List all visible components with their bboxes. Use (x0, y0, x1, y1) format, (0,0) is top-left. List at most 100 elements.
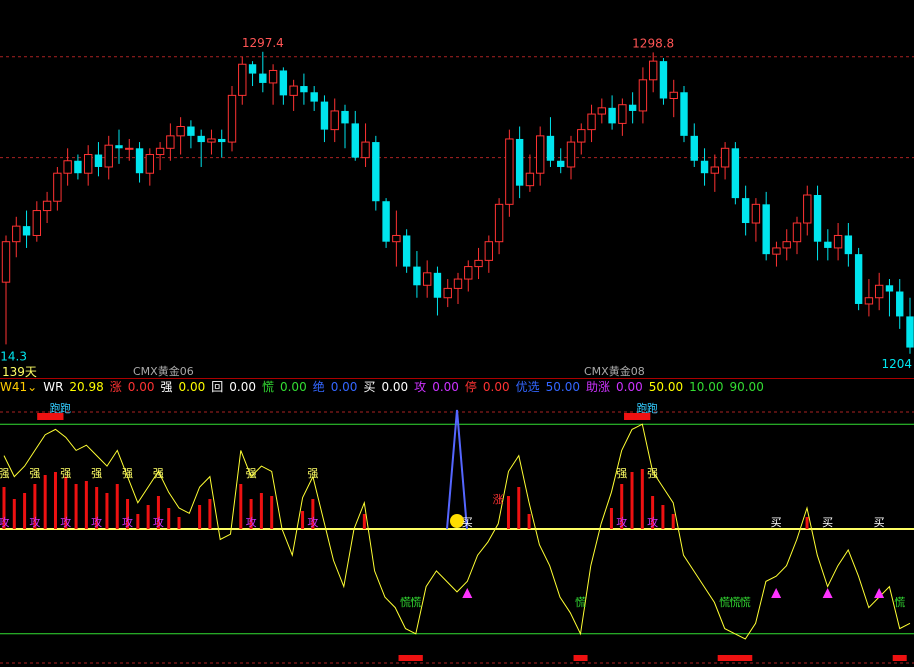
huang-label-2: 慌 (575, 596, 586, 609)
candle-body-78 (803, 194, 812, 224)
candle-body-43 (443, 287, 452, 299)
legend-name-6: 买 (363, 380, 376, 394)
legend-name-3: 回 (211, 380, 224, 394)
huang-label-6: 慌 (894, 596, 905, 609)
candle-body-18 (187, 126, 195, 136)
signal-bar-5 (53, 472, 57, 529)
legend-name-1: 涨 (109, 380, 122, 394)
candle-body-82 (844, 235, 853, 255)
candle-body-61 (628, 104, 637, 111)
signal-bar-50 (517, 487, 521, 529)
legend-name-10: 助涨 (586, 380, 611, 394)
legend-value-8: 0.00 (482, 380, 510, 394)
candle-body-0 (1, 241, 11, 283)
gong-label-7: 攻 (246, 515, 257, 529)
low-marker-6 (892, 655, 907, 661)
candle-body-48 (494, 203, 504, 243)
gong-label-10: 攻 (647, 515, 658, 529)
candle-body-47 (484, 241, 494, 261)
candle-body-30 (310, 92, 318, 102)
legend-value-10: 0.00 (616, 380, 643, 394)
candle-body-67 (690, 135, 698, 161)
legend-value-0: 20.98 (69, 380, 104, 394)
contract-label-2: CMX黄金08 (584, 365, 645, 378)
high-label-1: 1297.4 (242, 36, 284, 50)
candle-body-66 (680, 92, 688, 136)
qiang-label-9: 强 (647, 467, 658, 480)
candle-body-80 (824, 241, 832, 248)
legend-value-3: 0.00 (229, 380, 256, 394)
signal-bar-26 (270, 496, 274, 529)
candle-body-21 (218, 138, 226, 143)
qiang-label-2: 强 (60, 467, 71, 480)
candle-body-52 (535, 135, 545, 174)
candle-body-6 (63, 160, 72, 174)
candle-body-63 (648, 60, 658, 81)
candle-body-14 (145, 154, 155, 174)
high-label-2: 1298.8 (632, 36, 674, 50)
period-label: 139天 (2, 365, 37, 379)
candle-body-49 (505, 138, 514, 205)
signal-bar-13 (136, 514, 140, 529)
signal-bar-20 (208, 499, 212, 529)
signal-bar-64 (661, 505, 665, 529)
candle-body-3 (32, 210, 42, 236)
low-marker-1 (408, 655, 423, 661)
indicator-selector[interactable]: W41⌄ (0, 380, 37, 394)
contract-label-1: CMX黄金06 (133, 365, 194, 378)
candle-body-23 (238, 63, 247, 96)
gong-label-9: 攻 (616, 515, 627, 529)
candle-body-15 (155, 147, 165, 156)
candle-body-73 (751, 203, 761, 224)
qiang-label-7: 强 (307, 467, 318, 480)
low-label-2: 1204 (881, 357, 912, 371)
signal-bar-17 (177, 517, 181, 529)
gong-label-3: 攻 (60, 515, 71, 529)
candle-body-88 (906, 316, 914, 348)
candle-body-70 (720, 147, 730, 168)
indicator-legend-bar: W41⌄ WR 20.98 涨 0.00 强 0.00 回 0.00 慌 0.00 绝 0.00 买 0.0… (0, 379, 914, 395)
signal-bar-35 (362, 514, 366, 529)
candle-body-65 (669, 91, 678, 99)
indicator-panel: 慌慌慌慌慌慌慌跑跑跑跑强攻强攻强攻强攻强攻强攻强攻强攻 买涨强攻强攻买买买 (0, 401, 914, 664)
candle-body-36 (372, 142, 380, 202)
chart-canvas: 1297.41298.81214.31204 慌慌慌慌慌慌慌跑跑跑跑强攻强攻强攻… (0, 36, 914, 664)
gong-label-5: 攻 (122, 515, 133, 529)
high-marker-3 (634, 413, 651, 420)
candle-body-10 (104, 144, 113, 168)
qiang-label-1: 强 (29, 467, 40, 480)
legend-value-11: 50.00 (648, 380, 684, 394)
gong-label-4: 攻 (91, 515, 102, 529)
candle-body-28 (289, 85, 298, 96)
candle-body-8 (83, 154, 93, 174)
pao-label-1: 跑 (60, 401, 71, 415)
candle-body-46 (474, 259, 483, 268)
signal-bar-14 (146, 505, 150, 529)
candle-body-1 (12, 225, 21, 243)
candle-body-42 (433, 272, 442, 298)
candle-body-17 (176, 126, 185, 137)
low-marker-2 (573, 655, 588, 661)
signal-bar-62 (640, 469, 644, 529)
candle-body-59 (608, 107, 616, 124)
signal-bar-51 (527, 514, 531, 529)
wr-line (3, 423, 911, 640)
mai-label-2: 买 (822, 516, 833, 529)
signal-bar-10 (105, 493, 109, 529)
legend-name-9: 优选 (515, 380, 540, 394)
signal-bar-4 (43, 475, 47, 529)
signal-bar-16 (167, 508, 171, 529)
candle-body-26 (268, 69, 278, 84)
legend-name-5: 绝 (312, 380, 325, 394)
gong-label-6: 攻 (153, 515, 164, 529)
signal-bar-78 (805, 517, 809, 529)
candle-body-56 (577, 129, 586, 143)
zhang-label-0: 涨 (493, 493, 504, 506)
candle-body-57 (587, 113, 596, 131)
spike-line (446, 409, 468, 530)
gong-label-2: 攻 (29, 515, 40, 529)
candle-body-4 (42, 200, 52, 212)
candle-body-83 (854, 254, 863, 304)
candle-body-27 (279, 70, 288, 96)
candle-body-37 (382, 201, 390, 242)
